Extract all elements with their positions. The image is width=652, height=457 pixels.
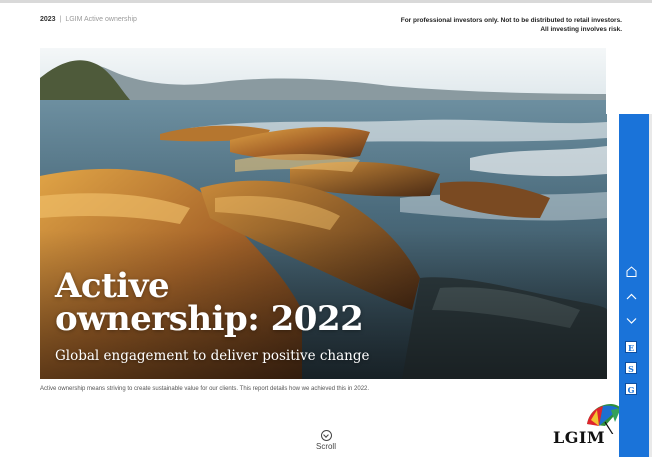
scroll-button[interactable]: Scroll [306, 430, 346, 451]
intro-text: Active ownership means striving to creat… [40, 386, 370, 392]
margin-strip [606, 48, 619, 114]
environmental-button[interactable]: E [625, 341, 637, 353]
header-year: 2023 [40, 16, 56, 23]
scroll-label: Scroll [315, 442, 336, 451]
chevron-down-icon [626, 318, 637, 324]
chevron-up-icon [626, 293, 637, 300]
top-rule [0, 0, 652, 3]
home-button[interactable] [623, 264, 640, 279]
header-separator: | [59, 16, 62, 23]
previous-page-button[interactable] [623, 289, 640, 304]
home-icon [626, 266, 637, 277]
disclaimer-text: For professional investors only. Not to … [400, 17, 622, 33]
side-navigation: E S G [619, 114, 652, 457]
hero-title: Active ownership: 2022 [55, 269, 364, 339]
social-button[interactable]: S [625, 362, 637, 374]
next-page-button[interactable] [623, 313, 640, 328]
hero-image: Active ownership: 2022 Global engagement… [40, 48, 607, 379]
header-section: LGIM Active ownership [65, 16, 137, 23]
hero-subtitle: Global engagement to deliver positive ch… [55, 348, 370, 364]
header-label: 2023 | LGIM Active ownership [40, 16, 137, 23]
logo-text: LGIM [553, 428, 606, 447]
hero-title-line-2: ownership: 2022 [55, 299, 364, 339]
chevron-down-circle-icon [320, 430, 332, 441]
governance-button[interactable]: G [625, 383, 637, 395]
lgim-logo: LGIM [553, 400, 623, 448]
